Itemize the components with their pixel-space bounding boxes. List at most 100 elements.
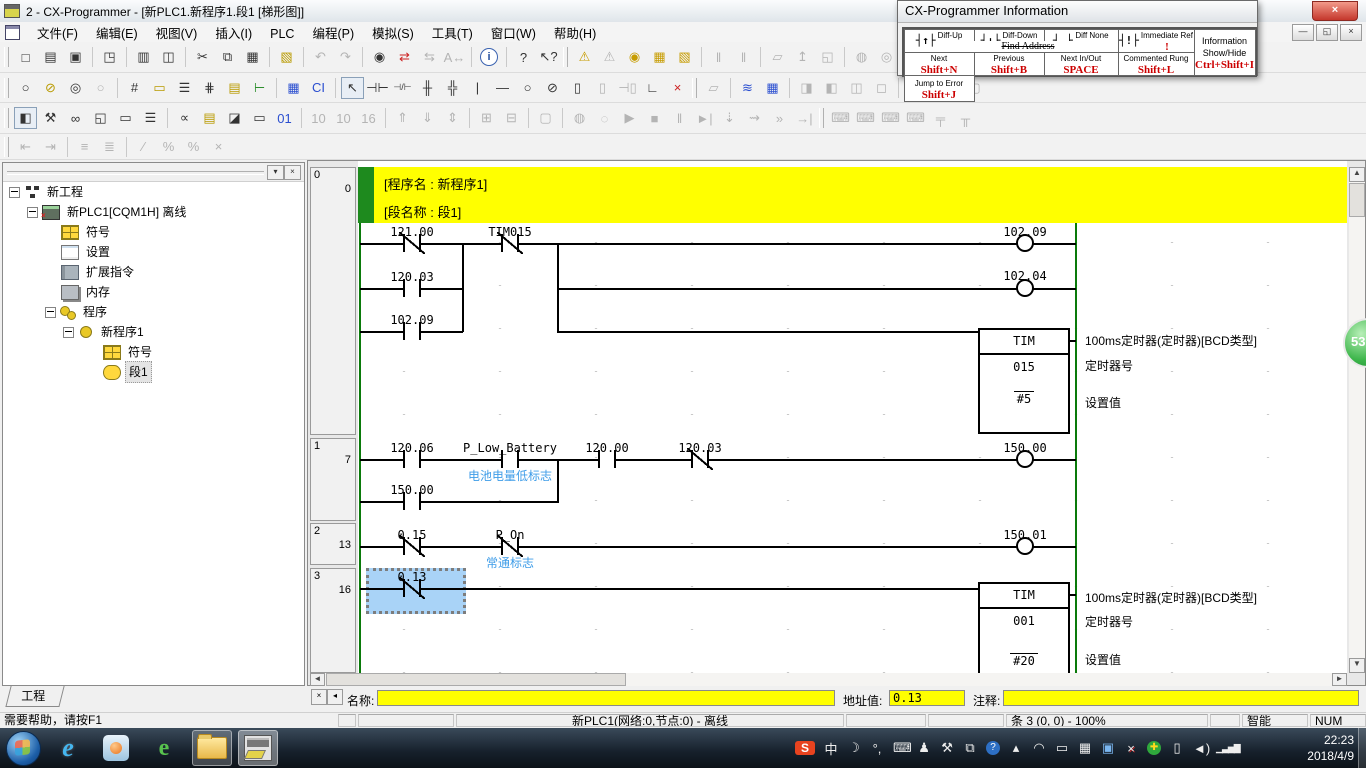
ladder-canvas[interactable]: [程序名 : 新程序1] [段名称 : 段1] 121.00 TIM015 12… bbox=[358, 161, 1347, 673]
about-button[interactable]: i bbox=[480, 48, 498, 66]
substitute-az-button[interactable]: A↔ bbox=[443, 46, 466, 68]
vertical-scrollbar[interactable] bbox=[1349, 167, 1365, 673]
sim-pause-button[interactable]: ‖ bbox=[668, 107, 691, 129]
workspace-dropdown-button[interactable]: ▾ bbox=[267, 165, 284, 180]
rung-comment-button[interactable]: ▭ bbox=[148, 77, 171, 99]
antivirus-icon[interactable]: ✚ bbox=[1147, 741, 1161, 755]
print-button[interactable]: ▥ bbox=[132, 46, 155, 68]
start-button[interactable] bbox=[6, 731, 41, 766]
mdi-close-button[interactable]: × bbox=[1340, 24, 1362, 41]
menu-edit[interactable]: 编辑(E) bbox=[87, 25, 147, 43]
partial-transfer1-button[interactable]: ⊞ bbox=[475, 107, 498, 129]
menu-window[interactable]: 窗口(W) bbox=[482, 25, 545, 43]
tree-item-settings[interactable]: 设置 bbox=[3, 242, 304, 262]
online-edit-cancel-button[interactable]: ◌ bbox=[593, 107, 616, 129]
scroll-down-button[interactable]: ▼ bbox=[1349, 658, 1365, 673]
network-bars-icon[interactable]: ▁▃▅▇ bbox=[1216, 743, 1235, 754]
taskbar-ie-button[interactable]: e bbox=[48, 730, 88, 766]
output-tab-button[interactable]: ▭ bbox=[114, 107, 137, 129]
user-tray-icon[interactable]: ♟ bbox=[917, 740, 931, 756]
replace-in-project-button[interactable]: ⇆ bbox=[418, 46, 441, 68]
local-symbols-button[interactable]: ▤ bbox=[198, 107, 221, 129]
force-on-button[interactable]: ◨ bbox=[795, 77, 818, 99]
rung-margin-0[interactable]: 0 0 bbox=[310, 167, 356, 435]
force-off-button[interactable]: ◧ bbox=[820, 77, 843, 99]
new-horizontal-button[interactable]: — bbox=[491, 77, 514, 99]
monitor-diff-down-button[interactable]: % bbox=[157, 136, 180, 158]
new-instruction-button[interactable]: ▯ bbox=[566, 77, 589, 99]
usb-eject-icon[interactable]: × bbox=[1124, 741, 1138, 756]
sogou-input-icon[interactable]: S bbox=[795, 741, 815, 755]
expand-instruction-button[interactable]: ⊣▯ bbox=[616, 77, 639, 99]
menu-tools[interactable]: 工具(T) bbox=[423, 25, 482, 43]
io-break1-button[interactable]: ╤ bbox=[929, 107, 952, 129]
show-sma-button[interactable]: ▦ bbox=[282, 77, 305, 99]
keyboard-map4-button[interactable]: ⌨ bbox=[904, 107, 927, 129]
property-bar-scroll-button[interactable]: ◂ bbox=[327, 689, 343, 705]
stop-button[interactable]: ■ bbox=[643, 107, 666, 129]
monitor-decimal-button[interactable]: 10 bbox=[307, 107, 330, 129]
menu-view[interactable]: 视图(V) bbox=[147, 25, 207, 43]
save-button[interactable]: ▣ bbox=[64, 46, 87, 68]
compile-all-button[interactable]: ⚠ bbox=[598, 46, 621, 68]
compile-button[interactable]: ⚠ bbox=[573, 46, 596, 68]
horizontal-scroll-thumb[interactable] bbox=[326, 673, 626, 686]
cross-reference-button[interactable]: ∝ bbox=[173, 107, 196, 129]
print-preview-button[interactable]: ◫ bbox=[157, 46, 180, 68]
tim-015-box[interactable]: TIM 015 #5 bbox=[978, 328, 1070, 434]
set-value-button[interactable]: ◻ bbox=[870, 77, 893, 99]
paste-button[interactable]: ▦ bbox=[241, 46, 264, 68]
scroll-right-button[interactable]: ► bbox=[1332, 673, 1347, 686]
taskbar-wmp-button[interactable] bbox=[96, 730, 136, 766]
show-desktop-button[interactable] bbox=[1358, 728, 1366, 768]
rung-margin-2[interactable]: 2 13 bbox=[310, 523, 356, 565]
menu-plc[interactable]: PLC bbox=[261, 25, 303, 43]
tab-project[interactable]: 工程 bbox=[5, 686, 64, 707]
zoom-in-button[interactable]: ◎ bbox=[64, 77, 87, 99]
mnemonic-view-button[interactable]: ⊢ bbox=[248, 77, 271, 99]
mdi-restore-button[interactable]: ◱ bbox=[1316, 24, 1338, 41]
scroll-up-button[interactable]: ▲ bbox=[1349, 167, 1365, 182]
transfer-program-down-button[interactable]: ⇓ bbox=[416, 107, 439, 129]
monitor-hex-button[interactable]: 16 bbox=[357, 107, 380, 129]
tree-item-plc[interactable]: 新PLC1[CQM1H] 离线 bbox=[3, 202, 304, 222]
fast-forward-button[interactable]: » bbox=[768, 107, 791, 129]
cut-button[interactable]: ✂ bbox=[191, 46, 214, 68]
statement-list-button[interactable]: ☰ bbox=[173, 77, 196, 99]
new-coil-button[interactable]: ○ bbox=[516, 77, 539, 99]
tree-item-symbols-child[interactable]: 符号 bbox=[3, 342, 304, 362]
new-or-closed-contact-button[interactable]: ╬ bbox=[441, 77, 464, 99]
ime-keyboard-icon[interactable]: ⌨ bbox=[893, 740, 908, 756]
redo-button[interactable]: ↷ bbox=[334, 46, 357, 68]
address-reference-button[interactable]: ◱ bbox=[89, 107, 112, 129]
step-next-button[interactable]: ►| bbox=[693, 107, 716, 129]
go-to-rung-button[interactable]: ≣ bbox=[98, 136, 121, 158]
battery-tray-icon[interactable]: ▦ bbox=[1078, 740, 1092, 756]
tree-item-section1[interactable]: 段1 bbox=[3, 362, 304, 382]
context-help-button[interactable]: ↖? bbox=[537, 46, 560, 68]
menu-simulate[interactable]: 模拟(S) bbox=[363, 25, 423, 43]
vertical-scroll-thumb[interactable] bbox=[1349, 183, 1365, 217]
pause-monitor-button[interactable]: ‖ bbox=[707, 46, 730, 68]
taskbar-360-browser-button[interactable]: e bbox=[144, 730, 184, 766]
compare-with-plc-button[interactable]: ◱ bbox=[816, 46, 839, 68]
expand-icon[interactable] bbox=[45, 307, 56, 318]
partial-transfer2-button[interactable]: ⊟ bbox=[500, 107, 523, 129]
new-instruction2-button[interactable]: ▯ bbox=[591, 77, 614, 99]
menu-file[interactable]: 文件(F) bbox=[28, 25, 87, 43]
monitor-mode-button[interactable]: ◎ bbox=[875, 46, 898, 68]
tree-item-program1[interactable]: 新程序1 bbox=[3, 322, 304, 342]
property-bar-close-button[interactable]: × bbox=[311, 689, 327, 705]
mdi-document-icon[interactable] bbox=[5, 25, 20, 40]
monitor-diff2-button[interactable]: % bbox=[182, 136, 205, 158]
keyboard-map2-button[interactable]: ⌨ bbox=[854, 107, 877, 129]
address-field[interactable]: 0.13 bbox=[889, 690, 965, 706]
paste-program-button[interactable]: ▧ bbox=[275, 46, 298, 68]
watch-window-button[interactable]: ∞ bbox=[64, 107, 87, 129]
find-in-project-button[interactable]: ◳ bbox=[98, 46, 121, 68]
tree-item-memory[interactable]: 内存 bbox=[3, 282, 304, 302]
step-over-button[interactable]: ⇝ bbox=[743, 107, 766, 129]
expand-icon[interactable] bbox=[27, 207, 38, 218]
display-dialog-button[interactable]: ▢ bbox=[534, 107, 557, 129]
new-closed-contact-button[interactable]: ⊣/⊢ bbox=[391, 77, 414, 99]
